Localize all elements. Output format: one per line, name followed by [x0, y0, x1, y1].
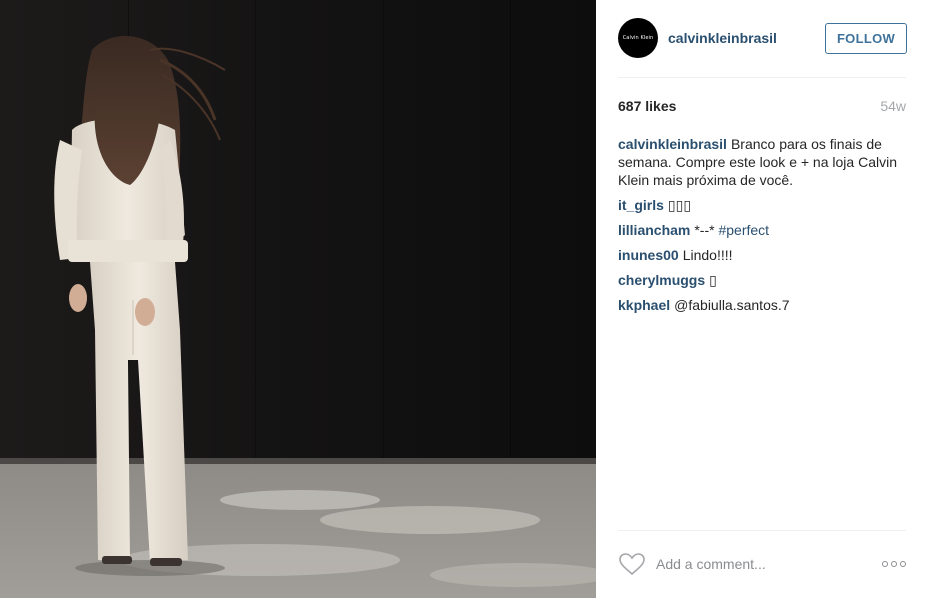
dot-icon	[882, 561, 888, 567]
dot-icon	[891, 561, 897, 567]
post-details-panel: Calvin Klein calvinkleinbrasil FOLLOW 68…	[596, 0, 928, 598]
list-item: kkphael @fabiulla.santos.7	[618, 296, 906, 314]
comment-author-link[interactable]: kkphael	[618, 297, 670, 313]
caption-author-link[interactable]: calvinkleinbrasil	[618, 136, 727, 152]
list-item: lilliancham *--* #perfect	[618, 221, 906, 239]
likes-count[interactable]: 687 likes	[618, 98, 676, 114]
add-comment-input[interactable]	[656, 552, 866, 576]
more-options-icon[interactable]	[882, 560, 906, 568]
header-divider	[618, 77, 906, 78]
actions-divider	[618, 530, 906, 531]
comment-author-link[interactable]: inunes00	[618, 247, 679, 263]
post-age[interactable]: 54w	[880, 98, 906, 114]
comment-list: calvinkleinbrasil Branco para os finais d…	[618, 135, 906, 321]
username-link[interactable]: calvinkleinbrasil	[668, 30, 777, 46]
comment-text: *--*	[694, 222, 715, 238]
heart-outline-icon[interactable]	[618, 552, 646, 576]
comment-text: ▯	[709, 272, 717, 288]
comment-text: @fabiulla.santos.7	[674, 297, 790, 313]
caption: calvinkleinbrasil Branco para os finais d…	[618, 135, 906, 189]
post-header: Calvin Klein calvinkleinbrasil FOLLOW	[618, 18, 907, 60]
follow-button[interactable]: FOLLOW	[825, 23, 907, 54]
list-item: inunes00 Lindo!!!!	[618, 246, 906, 264]
avatar[interactable]: Calvin Klein	[618, 18, 658, 58]
comment-text: ▯▯▯	[667, 197, 692, 213]
comment-author-link[interactable]: it_girls	[618, 197, 664, 213]
list-item: cherylmuggs ▯	[618, 271, 906, 289]
comment-author-link[interactable]: lilliancham	[618, 222, 690, 238]
dot-icon	[900, 561, 906, 567]
post-image	[0, 0, 596, 598]
post-actions	[618, 549, 906, 579]
comment-author-link[interactable]: cherylmuggs	[618, 272, 705, 288]
comment-text: Lindo!!!!	[682, 247, 733, 263]
list-item: it_girls ▯▯▯	[618, 196, 906, 214]
post-photo[interactable]	[0, 0, 596, 598]
avatar-logo-text: Calvin Klein	[622, 35, 654, 41]
hashtag-link[interactable]: #perfect	[718, 222, 769, 238]
